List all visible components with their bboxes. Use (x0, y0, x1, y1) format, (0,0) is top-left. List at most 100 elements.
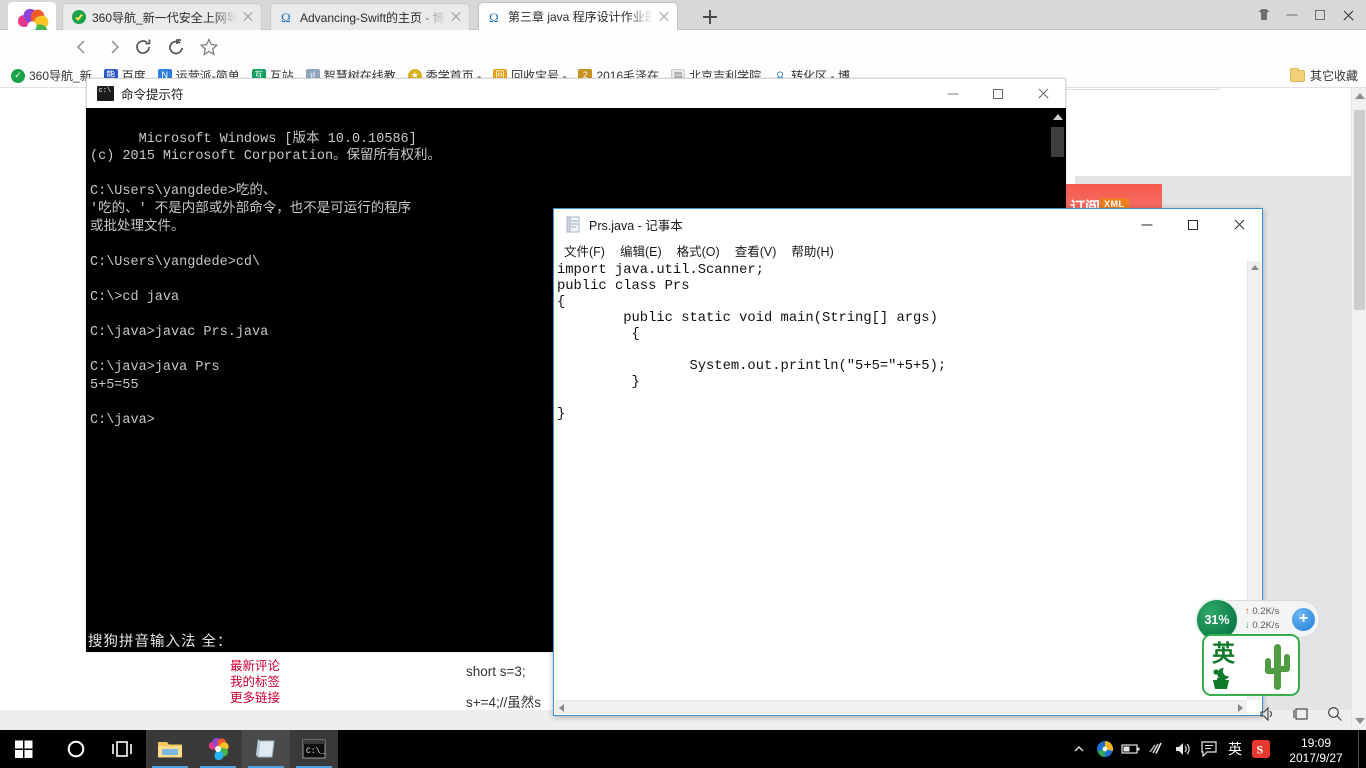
notepad-icon (256, 739, 275, 758)
star-icon[interactable] (199, 37, 219, 57)
home-icon[interactable] (166, 37, 186, 57)
360-safe-icon[interactable] (1092, 730, 1118, 768)
scroll-right-arrow-icon[interactable] (1238, 704, 1243, 712)
menu-view[interactable]: 查看(V) (735, 241, 777, 260)
scroll-up-arrow-icon[interactable] (1355, 93, 1365, 99)
close-icon[interactable] (657, 10, 671, 24)
wifi-icon[interactable] (1144, 730, 1170, 768)
code-line-1: short s=3; (466, 664, 526, 679)
360-browser[interactable] (194, 730, 242, 768)
browser-tab-3[interactable]: Ω 第三章 java 程序设计作业题 (478, 2, 678, 30)
360-icon (71, 9, 87, 25)
minimize-button[interactable] (1278, 2, 1306, 28)
360-speed-floater[interactable]: 31% ↑ 0.2K/s ↓ 0.2K/s + (1195, 598, 1320, 642)
tab-title-3: 第三章 java 程序设计作业题 (508, 10, 653, 24)
other-bookmarks-label: 其它收藏 (1309, 69, 1358, 83)
link-more-links[interactable]: 更多链接 (230, 690, 280, 706)
menu-format[interactable]: 格式(O) (677, 241, 720, 260)
notepad-horizontal-scrollbar[interactable] (555, 700, 1247, 714)
volume-icon[interactable] (1170, 730, 1196, 768)
link-my-tags[interactable]: 我的标签 (230, 674, 280, 690)
scroll-thumb[interactable] (1354, 110, 1365, 310)
navigation-bar: www.cnblogs.com/qingyundian/p/7591851.ht… (0, 30, 1366, 90)
menu-file[interactable]: 文件(F) (564, 241, 605, 260)
browser-tab-1[interactable]: 360导航_新一代安全上网导 (62, 3, 262, 30)
file-explorer[interactable] (146, 730, 194, 768)
notepad-window[interactable]: Prs.java - 记事本 文件(F) 编辑(E) 格式(O) 查看(V) 帮… (553, 208, 1263, 716)
ime-mode-label[interactable]: 英 (1212, 640, 1235, 666)
ime-sub-icons (1211, 666, 1253, 694)
menu-help[interactable]: 帮助(H) (791, 241, 833, 260)
upload-arrow-icon: ↑ (1245, 606, 1250, 617)
page-scrollbar[interactable] (1351, 88, 1366, 730)
scroll-down-arrow-icon[interactable] (1355, 718, 1365, 724)
cortana-search[interactable] (52, 730, 100, 768)
cmd-window-controls (930, 79, 1065, 108)
taskview-icon[interactable] (1292, 705, 1310, 728)
svg-text:S: S (1257, 743, 1264, 757)
cmd-title-bar[interactable]: 命令提示符 (86, 78, 1066, 108)
link-latest-comments[interactable]: 最新评论 (230, 658, 280, 674)
svg-text:C:\_: C:\_ (306, 747, 325, 756)
maximize-button[interactable] (975, 79, 1020, 108)
reload-icon[interactable] (133, 37, 153, 57)
maximize-button[interactable] (1170, 210, 1216, 240)
scroll-thumb[interactable] (1051, 127, 1064, 157)
notepad[interactable] (242, 730, 290, 768)
scroll-up-arrow-icon[interactable] (1053, 114, 1063, 120)
notepad-text-area[interactable]: import java.util.Scanner; public class P… (555, 261, 1248, 700)
close-button[interactable] (1334, 2, 1362, 28)
close-button[interactable] (1020, 79, 1065, 108)
minimize-button[interactable] (930, 79, 975, 108)
cnblogs-icon: Ω (279, 9, 295, 25)
search-icon[interactable] (1326, 705, 1344, 728)
volume-icon[interactable] (1258, 705, 1276, 728)
cmd-output-text: Microsoft Windows [版本 10.0.10586] (c) 20… (90, 131, 442, 429)
back-icon[interactable] (72, 37, 92, 57)
forward-icon[interactable] (104, 37, 124, 57)
start-button[interactable] (0, 730, 48, 768)
ime-indicator[interactable]: 英 (1222, 730, 1248, 768)
folder-icon (1289, 67, 1305, 82)
cactus-icon (1262, 640, 1292, 694)
show-desktop-button[interactable] (1358, 730, 1366, 768)
close-icon[interactable] (241, 10, 255, 24)
sogou-icon[interactable]: S (1248, 730, 1274, 768)
tray-overflow-icon[interactable] (1066, 730, 1092, 768)
new-tab-button[interactable] (699, 6, 721, 28)
page-sidebar-links: 最新评论 我的标签 更多链接 (230, 658, 280, 706)
clock-date: 2017/9/27 (1289, 750, 1343, 765)
browser-tab-2[interactable]: Ω Advancing-Swift的主页 - 博 (270, 3, 470, 30)
maximize-button[interactable] (1306, 2, 1334, 28)
notepad-menu-bar: 文件(F) 编辑(E) 格式(O) 查看(V) 帮助(H) (554, 240, 1262, 261)
skin-icon[interactable] (1250, 2, 1278, 28)
add-button[interactable]: + (1292, 608, 1315, 631)
close-icon[interactable] (449, 10, 463, 24)
cmd-icon (97, 86, 114, 101)
notepad-title-bar[interactable]: Prs.java - 记事本 (554, 209, 1262, 240)
cmd-icon: C:\_ (302, 739, 326, 759)
tab-title-2: Advancing-Swift的主页 - 博 (300, 10, 445, 25)
action-center-icon[interactable] (1196, 730, 1222, 768)
close-button[interactable] (1216, 210, 1262, 240)
bookmark-label: 360导航_新 (29, 69, 92, 83)
system-tray: 英 S 19:09 2017/9/27 (1066, 730, 1366, 768)
notepad-window-title: Prs.java - 记事本 (589, 219, 683, 233)
360-icon (208, 737, 229, 761)
taskbar-clock[interactable]: 19:09 2017/9/27 (1274, 733, 1358, 766)
notepad-window-controls (1124, 210, 1262, 240)
screen: 订阅 XML 论 - 5 最新评论 我的标签 更多链接 short s=3; s… (0, 0, 1366, 768)
browser-window-controls (1250, 0, 1362, 30)
tab-title-1: 360导航_新一代安全上网导 (92, 10, 237, 25)
other-bookmarks-button[interactable]: 其它收藏 (1289, 67, 1358, 84)
scroll-left-arrow-icon[interactable] (559, 704, 564, 712)
menu-edit[interactable]: 编辑(E) (620, 241, 662, 260)
command-prompt[interactable]: C:\_ (290, 730, 338, 768)
battery-icon[interactable] (1118, 730, 1144, 768)
circle-icon (67, 740, 85, 758)
scroll-up-arrow-icon[interactable] (1251, 265, 1259, 270)
minimize-button[interactable] (1124, 210, 1170, 240)
task-view[interactable] (98, 730, 146, 768)
sogou-ime-panel[interactable]: 英 (1202, 634, 1300, 696)
bookmark-item[interactable]: ✓ 360导航_新 (6, 66, 97, 85)
